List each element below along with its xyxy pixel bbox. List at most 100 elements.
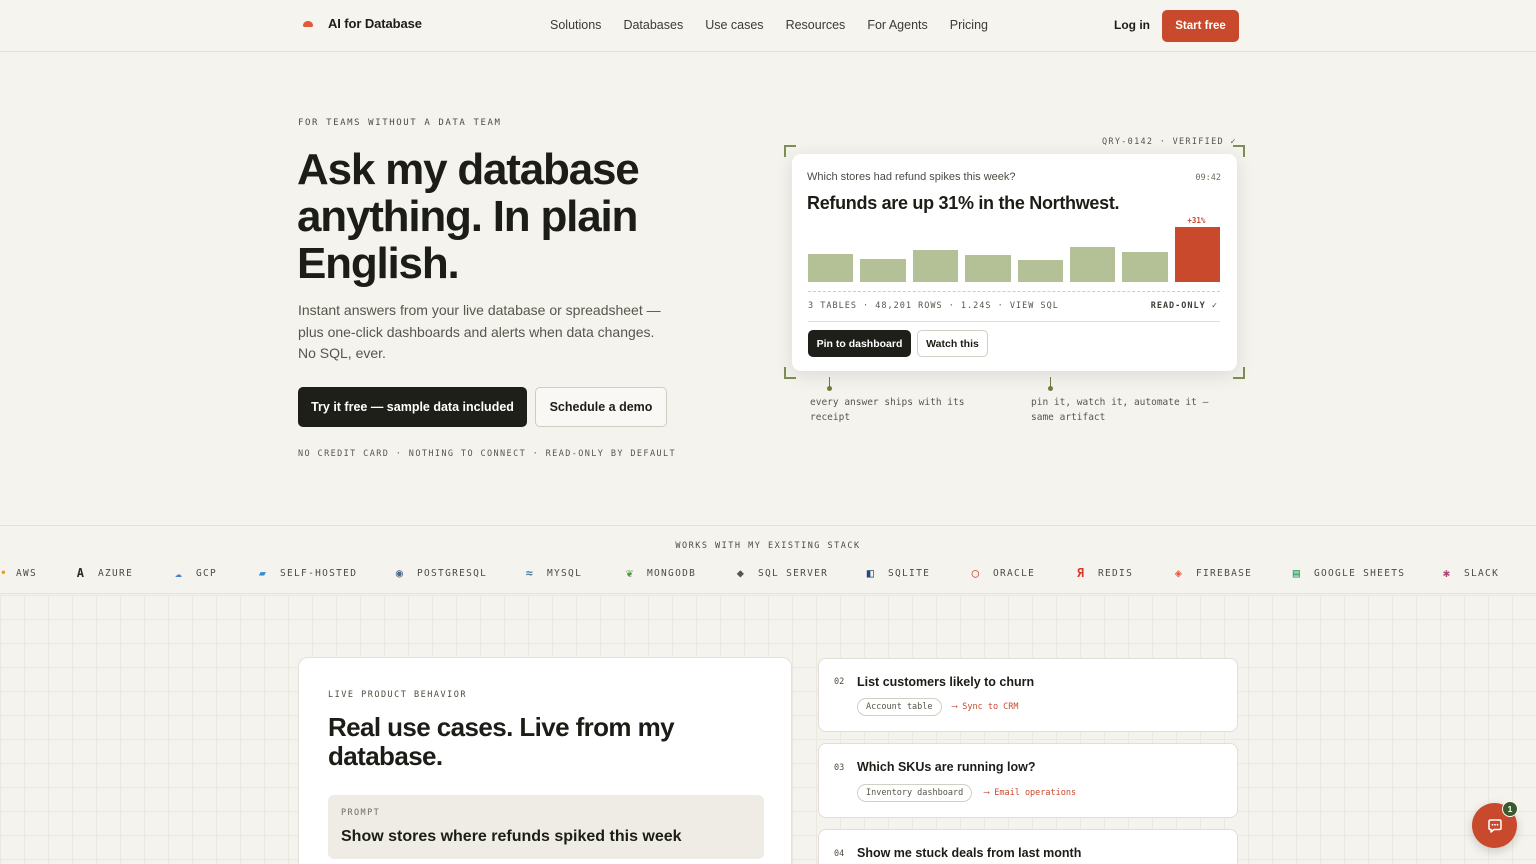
- brand-name: AI for Database: [328, 16, 422, 31]
- chart-bar: [1069, 247, 1116, 282]
- sql-server-icon: ◆: [736, 566, 746, 580]
- stack-item-mysql: ≈ MYSQL: [521, 564, 582, 582]
- stack-item-aws: • AWS: [0, 564, 37, 582]
- stack-item-label: SELF-HOSTED: [280, 567, 358, 579]
- annotation-dot: [1048, 386, 1053, 391]
- stack-item-gcp: ☁ GCP: [170, 564, 217, 582]
- stack-item-postgresql: ◉ POSTGRESQL: [391, 564, 487, 582]
- nav-link-for-agents[interactable]: For Agents: [867, 18, 927, 32]
- divider: [808, 321, 1220, 322]
- stack-item-slack: ✱ SLACK: [1438, 564, 1499, 582]
- use-case-title: Which SKUs are running low?: [857, 760, 1036, 774]
- use-case-number: 03: [834, 763, 845, 773]
- prompt-box[interactable]: PROMPT Show stores where refunds spiked …: [328, 795, 764, 859]
- use-case-title: Show me stuck deals from last month: [857, 846, 1082, 860]
- use-case-tag: Account table: [857, 698, 942, 716]
- frame-corner: [1233, 145, 1245, 157]
- docker-icon: ▰: [258, 566, 268, 580]
- chart-bar: [965, 255, 1011, 282]
- gcp-icon: ☁: [174, 566, 184, 580]
- nav-link-pricing[interactable]: Pricing: [950, 18, 988, 32]
- annotation-receipt: every answer ships with its receipt: [810, 397, 965, 423]
- prompt-label: PROMPT: [341, 808, 381, 818]
- redis-icon: Я: [1076, 566, 1086, 580]
- stack-item-sqlite: ◧ SQLITE: [862, 564, 930, 582]
- stack-item-label: AWS: [16, 567, 38, 579]
- nav-link-resources[interactable]: Resources: [786, 18, 846, 32]
- use-case-title: List customers likely to churn: [857, 675, 1035, 689]
- brand-logo-icon: [301, 17, 315, 31]
- firebase-icon: ◈: [1174, 566, 1184, 580]
- nav-link-databases[interactable]: Databases: [623, 18, 683, 32]
- stack-logos: • AWS A AZURE ☁ GCP ▰ SELF-HOSTED ◉ POSTGRESQL ≈ MY…: [0, 564, 1536, 584]
- annotation-automate: pin it, watch it, automate it — same art…: [1031, 397, 1209, 423]
- brand[interactable]: AI for Database: [301, 16, 422, 31]
- use-case-card[interactable]: 03 Which SKUs are running low? Inventory…: [818, 743, 1238, 818]
- use-case-number: 02: [834, 677, 845, 687]
- pin-to-dashboard-button[interactable]: Pin to dashboard: [808, 330, 911, 357]
- stack-title: WORKS WITH MY EXISTING STACK: [675, 541, 861, 551]
- stack-item-label: REDIS: [1098, 567, 1134, 579]
- stack-item-label: SLACK: [1464, 567, 1500, 579]
- chat-icon: [1487, 818, 1502, 833]
- try-free-button[interactable]: Try it free — sample data included: [298, 387, 527, 427]
- hero-fineprint: NO CREDIT CARD · NOTHING TO CONNECT · RE…: [298, 449, 677, 459]
- card-answer: Refunds are up 31% in the Northwest.: [807, 193, 1120, 213]
- stack-item-label: SQLITE: [888, 567, 931, 579]
- chart-bar: [912, 250, 959, 282]
- top-nav: AI for Database Solutions Databases Use …: [0, 0, 1536, 52]
- postgresql-icon: ◉: [395, 566, 405, 580]
- hero-eyebrow: FOR TEAMS WITHOUT A DATA TEAM: [298, 118, 502, 128]
- stack-item-sql-server: ◆ SQL SERVER: [732, 564, 828, 582]
- stack-strip: WORKS WITH MY EXISTING STACK • AWS A AZURE ☁…: [0, 525, 1536, 594]
- watch-this-button[interactable]: Watch this: [917, 330, 988, 357]
- stack-item-mongodb: ❦ MONGODB: [621, 564, 696, 582]
- stack-item-label: GCP: [196, 567, 218, 579]
- card-question: Which stores had refund spikes this week…: [807, 171, 1016, 183]
- start-free-button[interactable]: Start free: [1162, 10, 1239, 42]
- login-link[interactable]: Log in: [1114, 18, 1150, 32]
- stack-item-self-hosted: ▰ SELF-HOSTED: [254, 564, 357, 582]
- hero-subtitle: Instant answers from your live database …: [298, 302, 661, 361]
- chart-bar-label: +31%: [1187, 216, 1206, 225]
- stack-item-label: ORACLE: [993, 567, 1036, 579]
- divider: [808, 291, 1220, 292]
- google-sheets-icon: ▤: [1292, 566, 1302, 580]
- azure-icon: A: [76, 566, 86, 580]
- stack-item-label: MYSQL: [547, 567, 583, 579]
- nav-link-solutions[interactable]: Solutions: [550, 18, 601, 32]
- stack-item-label: FIREBASE: [1196, 567, 1253, 579]
- oracle-icon: ◯: [971, 566, 981, 580]
- stack-item-oracle: ◯ ORACLE: [967, 564, 1035, 582]
- chart-bar: [808, 254, 854, 282]
- slack-icon: ✱: [1442, 566, 1452, 580]
- stack-item-google-sheets: ▤ GOOGLE SHEETS: [1288, 564, 1405, 582]
- use-case-action: ⟶ Email operations: [984, 788, 1077, 798]
- stack-item-label: GOOGLE SHEETS: [1314, 567, 1406, 579]
- annotation-dot: [827, 386, 832, 391]
- query-id-label: QRY-0142 · VERIFIED ✓: [1102, 137, 1237, 147]
- prompt-text: Show stores where refunds spiked this we…: [341, 828, 682, 845]
- sqlite-icon: ◧: [866, 566, 876, 580]
- card-time: 09:42: [1195, 173, 1221, 183]
- chart-bar: [1174, 227, 1220, 282]
- nav-link-use-cases[interactable]: Use cases: [705, 18, 763, 32]
- chart-bar: [1017, 260, 1063, 282]
- stack-item-label: MONGODB: [647, 567, 697, 579]
- stack-item-label: SQL SERVER: [758, 567, 829, 579]
- stack-item-label: POSTGRESQL: [417, 567, 488, 579]
- refund-bar-chart: +31%: [808, 216, 1220, 282]
- query-meta[interactable]: 3 TABLES · 48,201 ROWS · 1.24S · VIEW SQ…: [808, 301, 1059, 311]
- answer-card: Which stores had refund spikes this week…: [792, 154, 1237, 371]
- frame-corner: [1233, 367, 1245, 379]
- mongodb-icon: ❦: [625, 566, 635, 580]
- chart-bar: [860, 259, 906, 282]
- use-case-card[interactable]: 04 Show me stuck deals from last month: [818, 829, 1238, 864]
- use-case-action: ⟶ Sync to CRM: [952, 702, 1019, 712]
- schedule-demo-button[interactable]: Schedule a demo: [535, 387, 667, 427]
- use-case-number: 04: [834, 849, 845, 859]
- chart-bar: [1122, 252, 1168, 282]
- chat-badge: 1: [1502, 801, 1518, 817]
- use-case-card[interactable]: 02 List customers likely to churn Accoun…: [818, 658, 1238, 732]
- aws-icon: •: [0, 567, 8, 579]
